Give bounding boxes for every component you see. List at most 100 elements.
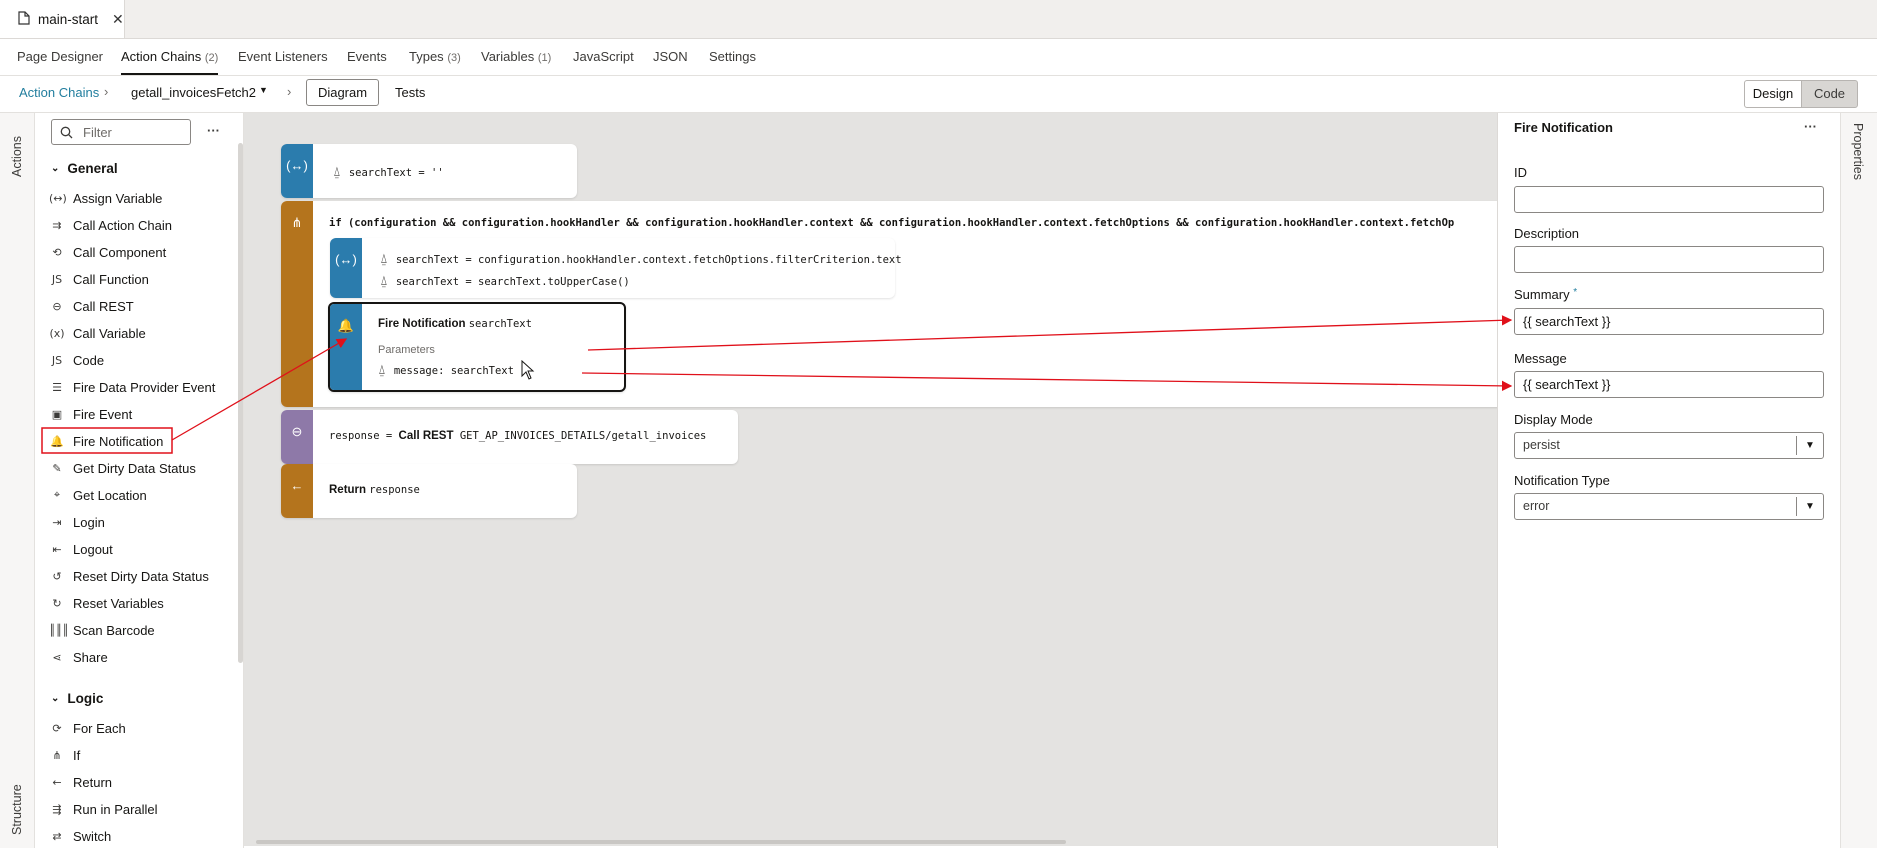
if-icon: ⋔ [281,201,313,407]
palette-item-fire-data-provider-event[interactable]: ☰ Fire Data Provider Event [49,376,215,398]
tab-json[interactable]: JSON [653,39,688,75]
file-tab-bar: main-start ✕ [0,0,1877,39]
assign-variable-node[interactable]: (↔) ⍙ searchText = '' [281,144,577,198]
palette-item-fire-event[interactable]: ▣ Fire Event [49,403,132,425]
properties-panel: Fire Notification ··· ID Description Sum… [1497,113,1840,848]
assign-variable-icon: (↔) [281,144,313,198]
assign-expression: searchText = '' [348,167,444,179]
tab-javascript[interactable]: JavaScript [573,39,634,75]
diagram-canvas[interactable]: (↔) ⍙ searchText = '' ⋔ if (configuration… [244,113,1497,846]
palette-item-label: Share [73,649,108,665]
properties-rail-tab[interactable]: Properties [1851,123,1865,193]
fire-notification-node[interactable]: 🔔 Fire Notification searchText Parameter… [328,302,626,392]
chevron-down-icon[interactable]: ▼ [1796,436,1823,455]
variable-icon: ⍙ [378,363,386,378]
id-field[interactable] [1514,186,1824,213]
location-pin-icon: ⌖ [53,488,61,501]
mouse-cursor-icon [521,360,535,380]
assign-variable-node-nested[interactable]: (↔) ⍙ searchText = configuration.hookHand… [330,238,902,298]
canvas-horizontal-scrollbar[interactable] [256,840,1066,844]
diagram-button[interactable]: Diagram [306,79,379,106]
logout-icon: ⇤ [52,542,62,556]
message-field[interactable]: {{ searchText }} [1514,371,1824,398]
palette-item-get-dirty-data-status[interactable]: ✎ Get Dirty Data Status [49,457,196,479]
palette-item-label: Call Action Chain [73,217,172,233]
palette-item-label: Reset Dirty Data Status [73,568,209,584]
palette-item-label: Reset Variables [73,595,164,611]
palette-item-switch[interactable]: ⇄ Switch [49,825,111,847]
tab-page-designer[interactable]: Page Designer [17,39,103,75]
required-marker: * [1573,287,1578,298]
palette-item-call-function[interactable]: JS Call Function [49,268,149,290]
palette-scrollbar[interactable] [238,143,243,663]
breadcrumb-action-chains[interactable]: Action Chains [19,85,99,100]
code-icon: JS [51,353,63,367]
palette-item-call-component[interactable]: ⟲ Call Component [49,241,166,263]
section-logic[interactable]: ⌄ Logic [51,691,103,706]
palette-item-logout[interactable]: ⇤ Logout [49,538,113,560]
call-rest-node[interactable]: ⊖ response = Call REST GET_AP_INVOICES_D… [281,410,738,464]
tab-label: Action Chains [121,49,202,64]
return-node[interactable]: ← Return response [281,464,577,518]
file-tab-main-start[interactable]: main-start ✕ [0,0,125,38]
filter-input[interactable] [81,123,185,141]
properties-more-button[interactable]: ··· [1804,119,1817,134]
palette-item-for-each[interactable]: ⟳ For Each [49,717,126,739]
tab-count: (1) [537,52,552,64]
tab-settings[interactable]: Settings [709,39,756,75]
palette-item-call-action-chain[interactable]: ⇉ Call Action Chain [49,214,172,236]
chevron-down-icon[interactable]: ▼ [1796,497,1823,516]
tab-event-listeners[interactable]: Event Listeners [238,39,328,75]
structure-rail-tab[interactable]: Structure [10,775,24,835]
tab-label: Settings [709,49,756,64]
actions-rail-tab[interactable]: Actions [10,127,24,177]
palette-item-label: Get Dirty Data Status [73,460,196,476]
section-general[interactable]: ⌄ General [51,161,118,176]
tab-events[interactable]: Events [347,39,387,75]
palette-item-call-rest[interactable]: ⊖ Call REST [49,295,133,317]
palette-item-run-in-parallel[interactable]: ⇶ Run in Parallel [49,798,157,820]
palette-item-get-location[interactable]: ⌖ Get Location [49,484,147,506]
switch-icon: ⇄ [52,829,62,843]
description-field[interactable] [1514,246,1824,273]
palette-item-call-variable[interactable]: (x) Call Variable [49,322,146,344]
display-mode-label: Display Mode [1514,412,1593,427]
chain-selector[interactable]: getall_invoicesFetch2 [131,85,256,100]
palette-item-scan-barcode[interactable]: ║║║ Scan Barcode [49,619,155,641]
palette-item-label: Logout [73,541,113,557]
tab-label: Variables [481,49,535,64]
design-button[interactable]: Design [1744,80,1802,108]
palette-item-fire-notification[interactable]: 🔔 Fire Notification [49,430,163,452]
chevron-down-icon[interactable]: ▼ [259,85,268,95]
get-dirty-data-status-icon: ✎ [52,461,62,475]
tab-types[interactable]: Types (3) [409,39,461,75]
for-each-icon: ⟳ [52,721,62,735]
palette-item-label: Call Variable [73,325,146,341]
palette-item-if[interactable]: ⋔ If [49,744,80,766]
summary-field[interactable]: {{ searchText }} [1514,308,1824,335]
tab-variables[interactable]: Variables (1) [481,39,551,75]
palette-item-assign-variable[interactable]: (↔) Assign Variable [49,187,162,209]
tab-action-chains[interactable]: Action Chains (2) [121,39,219,75]
section-title: General [67,161,118,176]
palette-item-return[interactable]: ← Return [49,771,112,793]
palette-item-label: Switch [73,828,112,844]
display-mode-select[interactable]: persist ▼ [1514,432,1824,459]
return-icon: ← [52,775,62,789]
palette-item-reset-dirty-data-status[interactable]: ↺ Reset Dirty Data Status [49,565,209,587]
palette-item-label: For Each [73,720,126,736]
notification-type-select[interactable]: error ▼ [1514,493,1824,520]
code-button[interactable]: Code [1801,80,1858,108]
palette-item-login[interactable]: ⇥ Login [49,511,104,533]
palette-item-reset-variables[interactable]: ↻ Reset Variables [49,592,164,614]
description-label: Description [1514,226,1580,241]
close-icon[interactable]: ✕ [112,11,124,28]
chevron-down-icon: ⌄ [51,163,60,174]
tests-button[interactable]: Tests [395,85,425,100]
palette-item-share[interactable]: ⋖ Share [49,646,108,668]
actions-palette: ··· ⌄ General (↔) Assign Variable ⇉ Call Ac… [35,113,244,848]
palette-item-code[interactable]: JS Code [49,349,104,371]
palette-more-button[interactable]: ··· [207,123,220,138]
filter-box[interactable] [51,119,191,145]
return-value: response [369,484,420,496]
